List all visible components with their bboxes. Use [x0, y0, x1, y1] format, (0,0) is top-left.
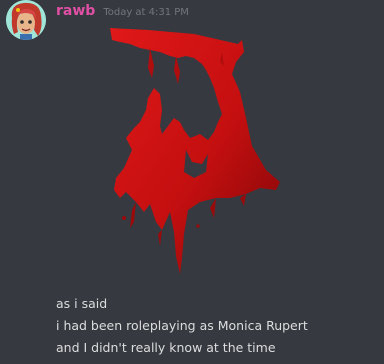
image-attachment[interactable] — [90, 22, 290, 282]
message-line: and I didn't really know at the time — [56, 340, 276, 355]
user-avatar[interactable] — [6, 0, 46, 40]
message-timestamp: Today at 4:31 PM — [103, 7, 189, 18]
username[interactable]: rawb — [56, 3, 95, 19]
message-line: as i said — [56, 296, 108, 311]
message-content: as i said i had been roleplaying as Moni… — [56, 293, 308, 359]
message-header: rawb Today at 4:31 PM — [56, 3, 189, 19]
message-line: i had been roleplaying as Monica Rupert — [56, 318, 308, 333]
bloody-logo-image — [110, 28, 280, 274]
chat-message: rawb Today at 4:31 PM as i said i had be… — [0, 0, 384, 364]
